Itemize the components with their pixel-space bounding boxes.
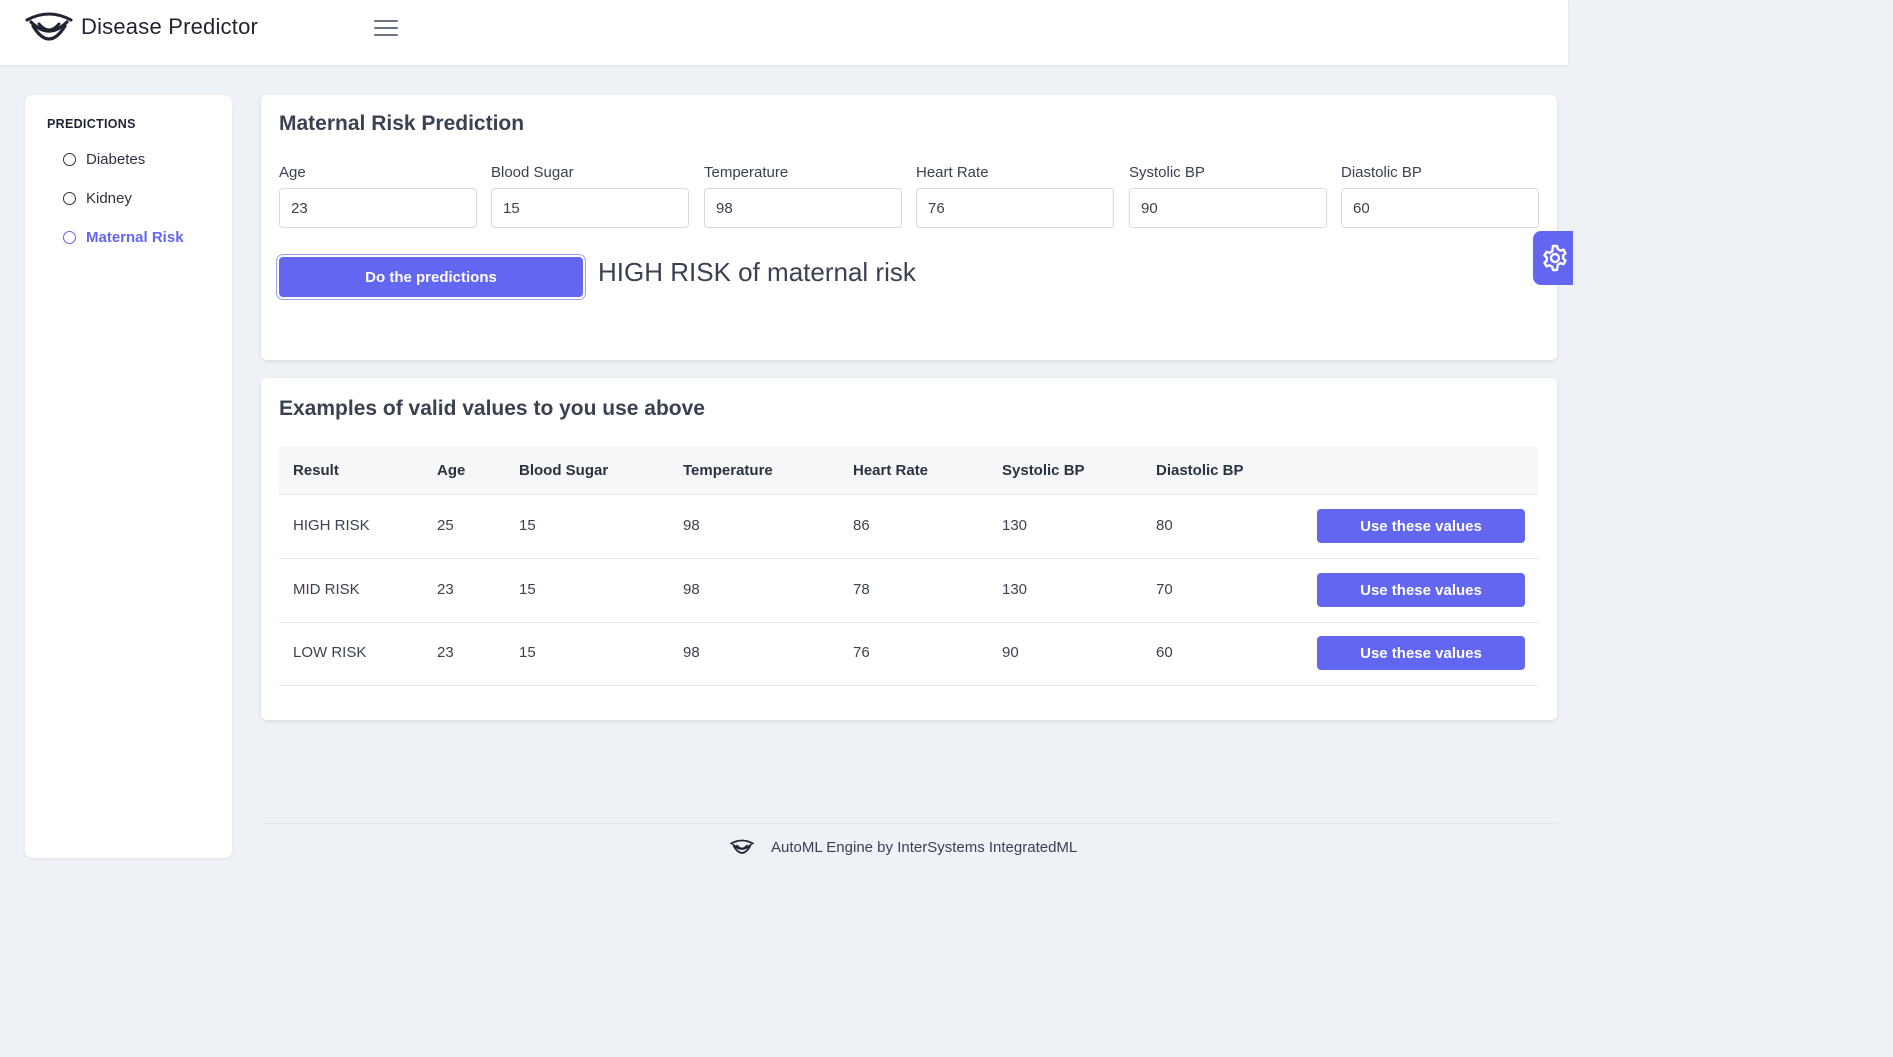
diastolic-bp-input[interactable]: [1341, 188, 1539, 228]
table-cell: 130: [1002, 581, 1028, 598]
prediction-result: HIGH RISK of maternal risk: [598, 257, 916, 287]
sidebar-heading: PREDICTIONS: [47, 117, 136, 131]
eye-smile-logo-icon: [25, 12, 73, 41]
column-header: Temperature: [683, 462, 773, 479]
table-row: HIGH RISK 25 15 98 86 130 80 Use these v…: [279, 495, 1538, 559]
eye-smile-logo-icon: [730, 839, 754, 854]
diastolic-bp-label: Diastolic BP: [1341, 164, 1422, 181]
do-predictions-button[interactable]: Do the predictions: [279, 257, 583, 297]
settings-toggle-button[interactable]: [1533, 231, 1573, 285]
systolic-bp-label: Systolic BP: [1129, 164, 1205, 181]
table-cell: HIGH RISK: [293, 517, 370, 534]
radio-circle-icon: [63, 230, 76, 244]
column-header: Heart Rate: [853, 462, 929, 479]
sidebar-item-kidney[interactable]: Kidney: [63, 186, 132, 210]
table-cell: 25: [437, 517, 454, 534]
column-header: Systolic BP: [1002, 462, 1085, 479]
table-row: MID RISK 23 15 98 78 130 70 Use these va…: [279, 559, 1538, 623]
table-cell: 15: [519, 517, 536, 534]
heart-rate-input[interactable]: [916, 188, 1114, 228]
sidebar-item-diabetes[interactable]: Diabetes: [63, 147, 145, 171]
table-cell: 23: [437, 644, 454, 661]
radio-circle-icon: [63, 152, 76, 166]
blood-sugar-label: Blood Sugar: [491, 164, 574, 181]
examples-card: Examples of valid values to you use abov…: [261, 378, 1557, 720]
blood-sugar-input[interactable]: [491, 188, 689, 228]
age-input[interactable]: [279, 188, 477, 228]
table-header: Result Age Blood Sugar Temperature Heart…: [279, 447, 1538, 495]
table-cell: 70: [1156, 581, 1173, 598]
temperature-label: Temperature: [704, 164, 789, 181]
table-cell: LOW RISK: [293, 644, 367, 661]
table-cell: 98: [683, 644, 700, 661]
gear-icon: [1543, 244, 1567, 272]
column-header: Blood Sugar: [519, 462, 609, 479]
table-cell: 15: [519, 644, 536, 661]
top-header: Disease Predictor: [0, 0, 1568, 65]
column-header: Age: [437, 462, 466, 479]
systolic-bp-input[interactable]: [1129, 188, 1327, 228]
prediction-card: Maternal Risk Prediction Age Blood Sugar…: [261, 95, 1557, 360]
table-cell: 98: [683, 581, 700, 598]
table-cell: 78: [853, 581, 870, 598]
prediction-title: Maternal Risk Prediction: [279, 112, 525, 135]
table-cell: 86: [853, 517, 870, 534]
table-cell: 98: [683, 517, 700, 534]
radio-circle-icon: [63, 191, 76, 205]
table-cell: 80: [1156, 517, 1173, 534]
table-cell: 130: [1002, 517, 1028, 534]
app-title: Disease Predictor: [81, 14, 259, 39]
sidebar: PREDICTIONS Diabetes Kidney Maternal Ris…: [25, 95, 232, 858]
table-cell: 23: [437, 581, 454, 598]
use-these-values-button[interactable]: Use these values: [1317, 573, 1525, 607]
table-cell: 76: [853, 644, 870, 661]
use-these-values-button[interactable]: Use these values: [1317, 509, 1525, 543]
sidebar-item-label: Kidney: [86, 189, 132, 207]
temperature-input[interactable]: [704, 188, 902, 228]
heart-rate-label: Heart Rate: [916, 164, 989, 181]
sidebar-item-label: Maternal Risk: [86, 228, 184, 246]
use-these-values-button[interactable]: Use these values: [1317, 636, 1525, 670]
table-cell: MID RISK: [293, 581, 360, 598]
table-cell: 15: [519, 581, 536, 598]
table-cell: 90: [1002, 644, 1019, 661]
footer-text: AutoML Engine by InterSystems Integrated…: [771, 839, 1078, 856]
age-label: Age: [279, 164, 306, 181]
sidebar-item-maternal-risk[interactable]: Maternal Risk: [63, 225, 184, 249]
column-header: Diastolic BP: [1156, 462, 1244, 479]
hamburger-icon[interactable]: [374, 20, 398, 38]
table-cell: 60: [1156, 644, 1173, 661]
column-header: Result: [293, 462, 339, 479]
table-row: LOW RISK 23 15 98 76 90 60 Use these val…: [279, 622, 1538, 686]
footer-divider: [261, 823, 1557, 824]
examples-title: Examples of valid values to you use abov…: [279, 397, 705, 420]
sidebar-item-label: Diabetes: [86, 150, 146, 168]
